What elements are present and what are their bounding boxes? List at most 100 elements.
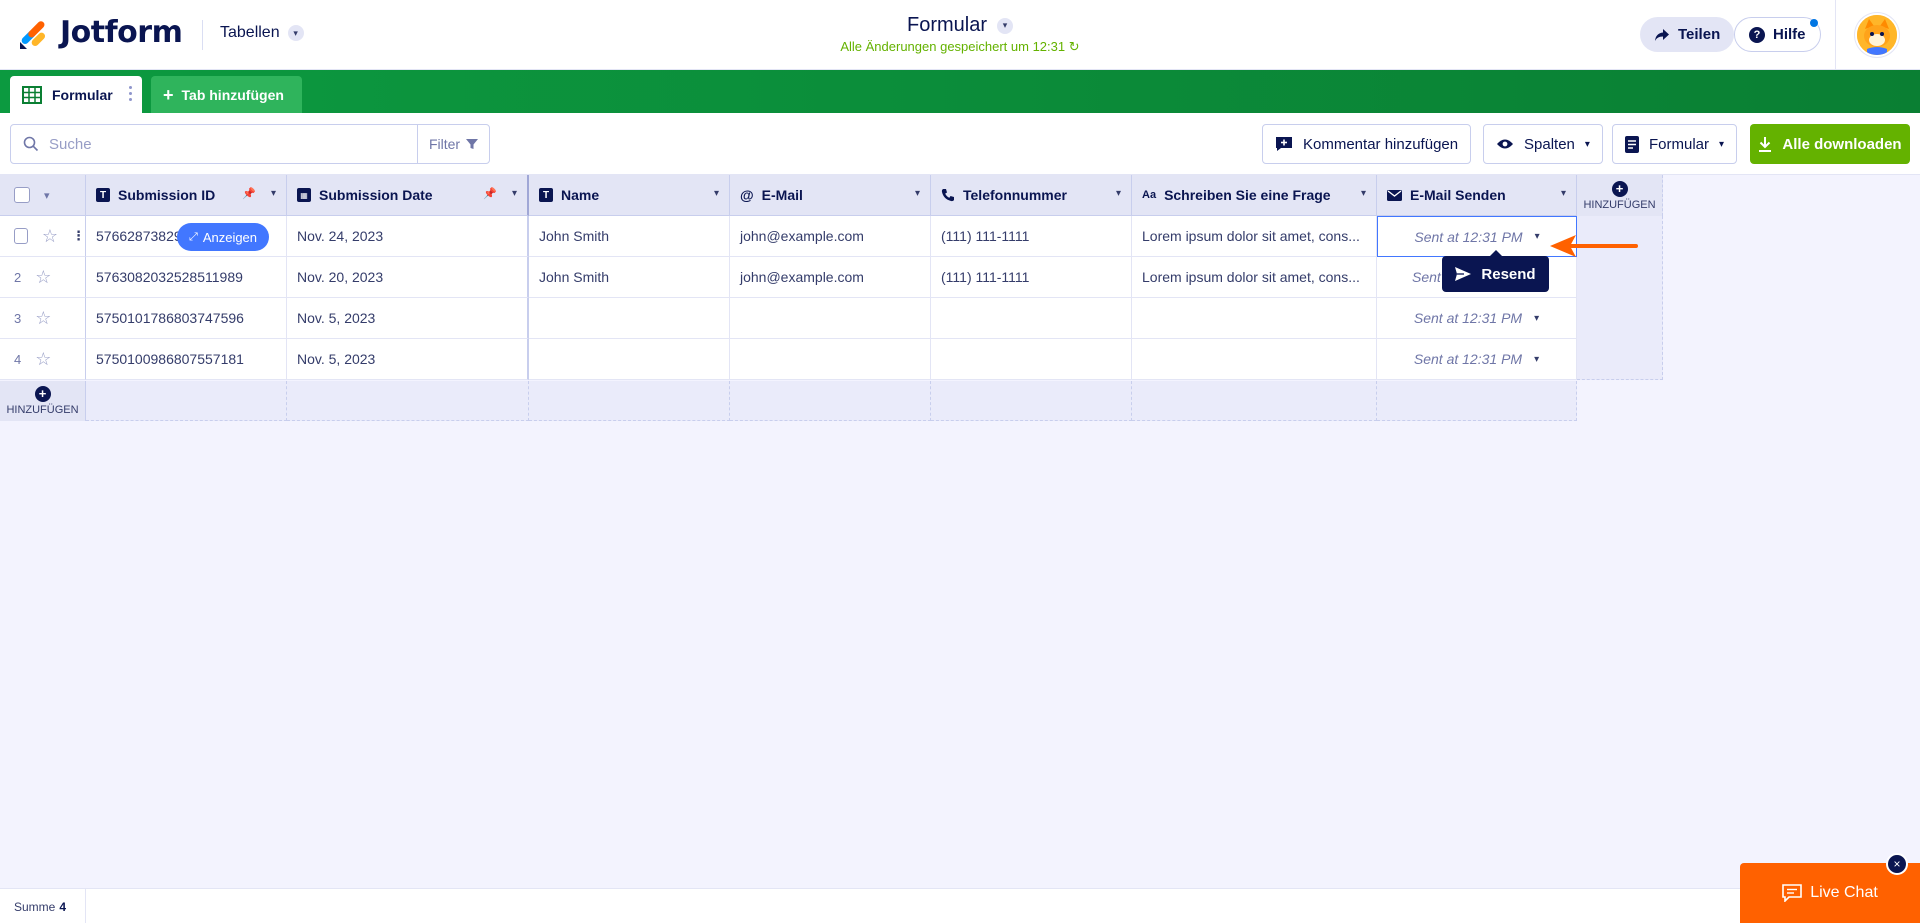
cell-submission-id[interactable]: 5750101786803747596 — [86, 298, 287, 339]
row-header: 3 ☆ — [0, 298, 86, 339]
cell-name[interactable]: John Smith — [529, 216, 730, 257]
select-all-checkbox[interactable] — [14, 187, 30, 203]
cell-text: john@example.com — [740, 228, 864, 244]
add-comment-button[interactable]: Kommentar hinzufügen — [1262, 124, 1472, 164]
chevron-down-icon[interactable]: ▾ — [915, 188, 920, 199]
row-checkbox[interactable] — [14, 228, 28, 244]
chevron-down-icon[interactable]: ▾ — [44, 189, 50, 202]
filter-button[interactable]: Filter — [417, 124, 490, 164]
toolbar: Filter Kommentar hinzufügen Spalten ▾ Fo… — [0, 113, 1920, 175]
column-label: E-Mail — [761, 187, 803, 203]
cell-name[interactable] — [529, 298, 730, 339]
pin-icon[interactable]: 📌 — [483, 187, 497, 200]
column-label: E-Mail Senden — [1410, 187, 1506, 203]
cell-send-email-selected[interactable]: Sent at 12:31 PM ▾ — [1377, 216, 1577, 257]
cell-phone[interactable] — [931, 298, 1132, 339]
chevron-down-icon[interactable]: ▾ — [1534, 354, 1539, 365]
column-label: Telefonnummer — [963, 187, 1067, 203]
add-column-button[interactable]: + HINZUFÜGEN — [1577, 175, 1663, 216]
column-header-email[interactable]: @ E-Mail ▾ — [730, 175, 931, 216]
cell-text: Nov. 5, 2023 — [297, 310, 376, 326]
form-button[interactable]: Formular ▾ — [1612, 124, 1738, 164]
chevron-down-icon[interactable]: ▾ — [1535, 231, 1540, 242]
filter-label: Filter — [428, 136, 461, 152]
cell-submission-date[interactable]: Nov. 5, 2023 — [287, 339, 529, 380]
cell-submission-date[interactable]: Nov. 20, 2023 — [287, 257, 529, 298]
chevron-down-icon[interactable]: ▾ — [714, 188, 719, 199]
cell-question[interactable]: Lorem ipsum dolor sit amet, cons... — [1132, 257, 1377, 298]
column-header-phone[interactable]: Telefonnummer ▾ — [931, 175, 1132, 216]
cell-email[interactable]: john@example.com — [730, 216, 931, 257]
sent-status: Sent at 12:31 PM — [1413, 310, 1523, 326]
search-input[interactable] — [49, 135, 389, 153]
cell-text: Nov. 20, 2023 — [297, 269, 384, 285]
column-header-send-email[interactable]: E-Mail Senden ▾ — [1377, 175, 1577, 216]
row-menu-icon[interactable]: ⋮ — [72, 228, 85, 244]
add-row-button[interactable]: + HINZUFÜGEN — [0, 381, 86, 421]
cell-email[interactable] — [730, 339, 931, 380]
cell-send-email[interactable]: Sent at 12:31 PM ▾ — [1377, 298, 1577, 339]
add-row-label: HINZUFÜGEN — [6, 404, 79, 416]
star-icon[interactable]: ☆ — [35, 350, 51, 368]
cell-send-email[interactable]: Sent at 12:31 PM ▾ — [1377, 339, 1577, 380]
star-icon[interactable]: ☆ — [42, 227, 58, 245]
pin-icon[interactable]: 📌 — [242, 187, 256, 200]
form-title-dropdown[interactable]: Formular ▾ — [907, 14, 1013, 37]
cell-phone[interactable] — [931, 339, 1132, 380]
view-submission-button[interactable]: ⤢ Anzeigen — [177, 223, 270, 251]
cell-submission-date[interactable]: Nov. 5, 2023 — [287, 298, 529, 339]
add-tab-button[interactable]: + Tab hinzufügen — [151, 76, 302, 113]
cell-email[interactable]: john@example.com — [730, 257, 931, 298]
chevron-down-icon[interactable]: ▾ — [1361, 188, 1366, 199]
cat-avatar-icon — [1857, 15, 1897, 55]
chevron-down-icon[interactable]: ▾ — [1561, 188, 1566, 199]
row-number: 3 — [14, 310, 22, 326]
share-button[interactable]: Teilen — [1640, 17, 1735, 52]
columns-button[interactable]: Spalten ▾ — [1483, 124, 1603, 164]
cell-name[interactable]: John Smith — [529, 257, 730, 298]
help-label: Hilfe — [1773, 26, 1806, 43]
tab-formular[interactable]: Formular — [10, 76, 142, 113]
cell-name[interactable] — [529, 339, 730, 380]
cell-phone[interactable]: (111) 111-1111 — [931, 216, 1132, 257]
cell-submission-date[interactable]: Nov. 24, 2023 — [287, 216, 529, 257]
tab-menu-icon[interactable] — [129, 86, 132, 101]
chat-icon — [1782, 884, 1803, 902]
view-label: Anzeigen — [202, 229, 258, 245]
chevron-down-icon[interactable]: ▾ — [512, 188, 517, 199]
cell-submission-id[interactable]: 5750100986807557181 — [86, 339, 287, 380]
row-header: 2 ☆ — [0, 257, 86, 298]
text-icon: T — [96, 188, 110, 202]
cell-submission-id[interactable]: 5763082032528511989 — [86, 257, 287, 298]
row-number: 2 — [14, 269, 22, 285]
resend-button[interactable]: Resend — [1442, 250, 1549, 292]
form-document-icon — [1625, 135, 1639, 153]
chevron-down-icon: ▾ — [1719, 138, 1725, 150]
cell-email[interactable] — [730, 298, 931, 339]
cell-question[interactable] — [1132, 298, 1377, 339]
chevron-down-icon[interactable]: ▾ — [271, 188, 276, 199]
cell-phone[interactable]: (111) 111-1111 — [931, 257, 1132, 298]
help-button[interactable]: ? Hilfe — [1734, 17, 1821, 52]
column-header-submission-date[interactable]: ▦ Submission Date 📌 ▾ — [287, 175, 529, 216]
cell-question[interactable] — [1132, 339, 1377, 380]
column-label: Submission Date — [319, 187, 433, 203]
tab-bar: Formular + Tab hinzufügen — [0, 70, 1920, 113]
star-icon[interactable]: ☆ — [35, 268, 51, 286]
avatar[interactable] — [1855, 13, 1899, 57]
column-header-question[interactable]: Aa Schreiben Sie eine Frage ▾ — [1132, 175, 1377, 216]
chevron-down-icon[interactable]: ▾ — [1534, 313, 1539, 324]
select-all-header: ▾ — [0, 175, 86, 216]
column-header-submission-id[interactable]: T Submission ID 📌 ▾ — [86, 175, 287, 216]
download-all-button[interactable]: Alle downloaden — [1750, 124, 1910, 164]
star-icon[interactable]: ☆ — [35, 309, 51, 327]
question-icon: ? — [1749, 26, 1765, 43]
column-header-name[interactable]: T Name ▾ — [529, 175, 730, 216]
cell-text: 5750101786803747596 — [96, 310, 244, 326]
chevron-down-icon[interactable]: ▾ — [1116, 188, 1121, 199]
column-label: Submission ID — [118, 187, 216, 203]
calendar-icon: ▦ — [297, 188, 311, 202]
cell-question[interactable]: Lorem ipsum dolor sit amet, cons... — [1132, 216, 1377, 257]
close-icon[interactable]: × — [1886, 853, 1908, 875]
header-divider — [1835, 0, 1836, 70]
